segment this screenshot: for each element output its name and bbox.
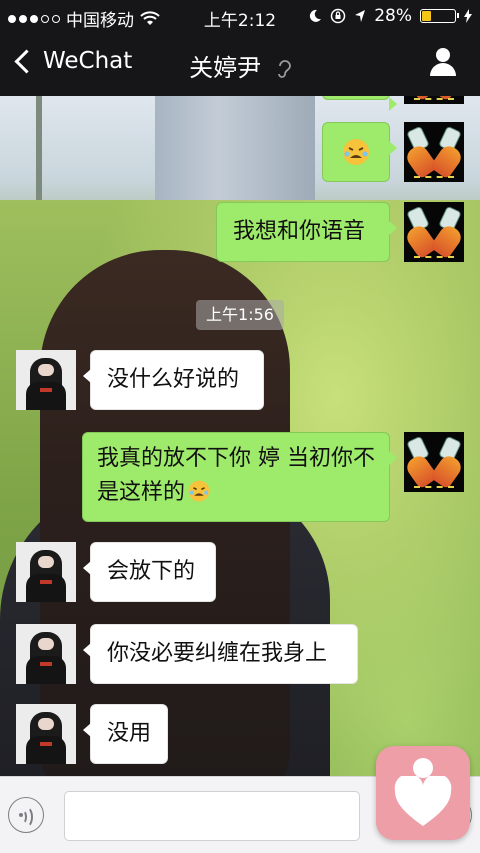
contact-avatar[interactable]: [16, 542, 76, 602]
status-right: 28%: [308, 6, 472, 26]
message-bubble-contact[interactable]: 没用: [83, 704, 168, 764]
location-icon: [355, 10, 366, 22]
floating-dot: [413, 758, 433, 778]
earpiece-icon: [277, 60, 291, 78]
moon-icon: [310, 9, 322, 22]
battery-percent: 28%: [374, 6, 412, 26]
battery-icon: [420, 9, 459, 23]
chat-area[interactable]: 我想和你语音 上午1:56 没什么好说的 我真的放不下你 婷 当初你不是这样的 …: [0, 96, 480, 776]
floating-heart-button[interactable]: [376, 746, 470, 840]
nav-bar: WeChat 关婷尹: [0, 32, 480, 96]
my-avatar[interactable]: [404, 202, 464, 262]
chat-title: 关婷尹: [189, 54, 262, 82]
message-bubble-contact[interactable]: 会放下的: [83, 542, 216, 602]
message-bubble-partial[interactable]: [322, 96, 397, 111]
charging-bolt-icon: [464, 9, 472, 23]
profile-icon[interactable]: [428, 48, 458, 78]
message-bubble-mine[interactable]: 我真的放不下你 婷 当初你不是这样的: [82, 432, 397, 522]
my-avatar[interactable]: [404, 122, 464, 182]
message-bubble-contact[interactable]: 没什么好说的: [83, 350, 264, 410]
message-text: 我想和你语音: [233, 219, 366, 244]
weary-face-emoji-icon: [343, 139, 369, 165]
rotation-lock-icon: [330, 8, 346, 24]
my-avatar[interactable]: [404, 96, 464, 104]
chat-title-wrap: 关婷尹: [0, 48, 480, 83]
message-text: 你没必要纠缠在我身上: [107, 641, 328, 666]
message-timestamp: 上午1:56: [196, 300, 284, 330]
message-text: 我真的放不下你 婷 当初你不是这样的: [97, 446, 375, 505]
contact-avatar[interactable]: [16, 350, 76, 410]
heart-icon: [394, 776, 452, 826]
my-avatar[interactable]: [404, 432, 464, 492]
message-bubble-mine[interactable]: 我想和你语音: [216, 202, 397, 262]
contact-avatar[interactable]: [16, 704, 76, 764]
weary-face-emoji-icon: [188, 480, 210, 502]
status-bar: 中国移动 上午2:12 28%: [0, 0, 480, 32]
contact-avatar[interactable]: [16, 624, 76, 684]
message-text: 会放下的: [107, 559, 196, 584]
message-bubble-emoji[interactable]: [322, 122, 397, 182]
message-text: 没什么好说的: [107, 367, 240, 392]
message-text: 没用: [107, 721, 152, 746]
voice-icon[interactable]: [8, 797, 44, 833]
message-bubble-contact[interactable]: 你没必要纠缠在我身上: [83, 624, 358, 684]
message-input[interactable]: [64, 791, 360, 841]
battery-fill: [422, 11, 431, 21]
